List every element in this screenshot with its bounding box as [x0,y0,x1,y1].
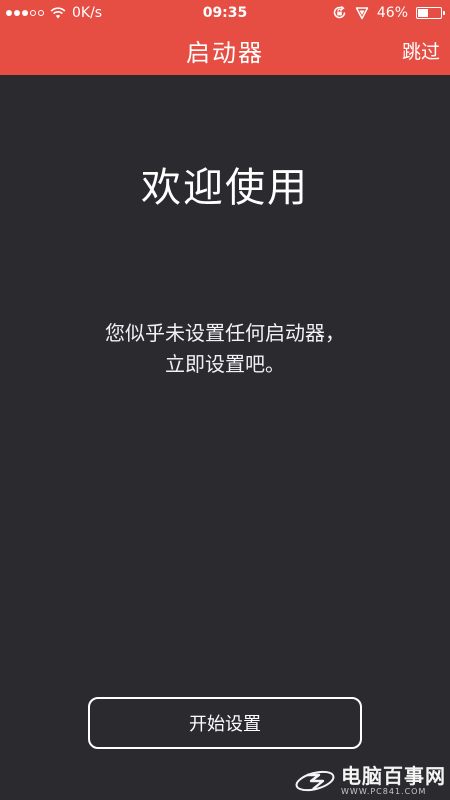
status-bar: 0K/s 09:35 46% [0,0,450,25]
signal-dot [38,9,44,16]
nav-bar: 启动器 跳过 [0,25,450,75]
pc841-logo-icon [293,766,337,796]
watermark: 电脑百事网 WWW.PC841.COM [293,766,446,796]
location-icon [355,6,369,20]
setup-message: 您似乎未设置任何启动器， 立即设置吧。 [0,318,450,380]
skip-button[interactable]: 跳过 [402,25,440,75]
watermark-url: WWW.PC841.COM [341,787,427,796]
watermark-name: 电脑百事网 [341,764,446,788]
status-left: 0K/s [6,0,102,25]
watermark-text: 电脑百事网 WWW.PC841.COM [341,766,446,796]
battery-percent: 46% [376,4,408,21]
setup-message-line: 立即设置吧。 [165,352,285,376]
signal-dot [30,9,36,16]
page-title: 启动器 [186,38,264,67]
battery-icon [416,6,445,19]
signal-dot [6,9,12,16]
battery-level-fill [418,8,429,17]
rotation-lock-icon [332,5,347,20]
start-setup-button[interactable]: 开始设置 [88,697,362,749]
signal-strength-icon [6,9,44,16]
network-speed: 0K/s [72,4,103,21]
welcome-title: 欢迎使用 [141,165,309,211]
signal-dot [14,9,20,16]
wifi-icon [50,6,66,19]
setup-message-line: 您似乎未设置任何启动器， [105,321,345,345]
signal-dot [22,9,28,16]
status-right: 46% [332,0,445,25]
